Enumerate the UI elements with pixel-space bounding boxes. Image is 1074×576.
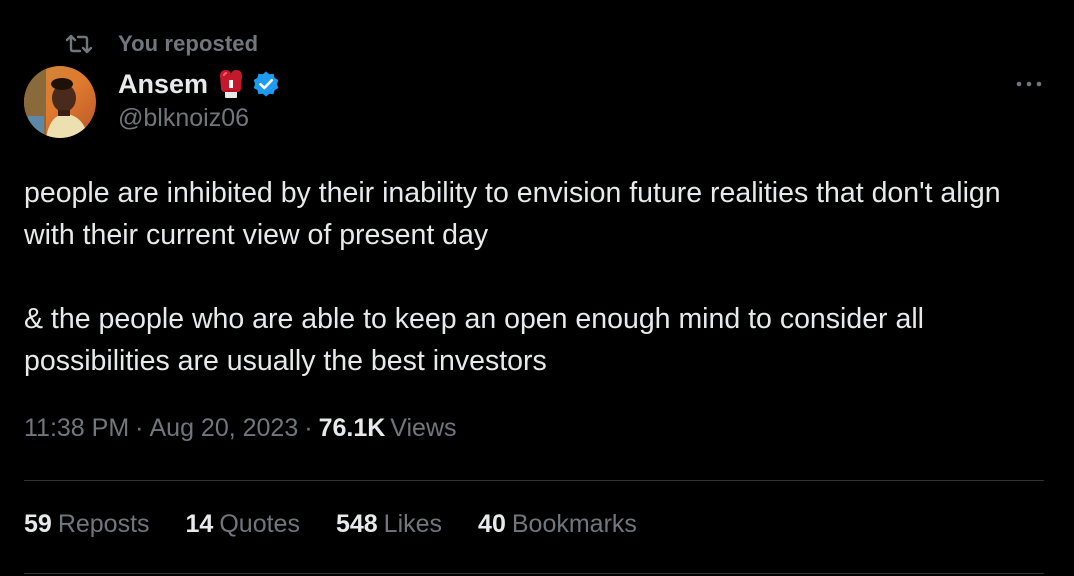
stat-bookmarks[interactable]: 40 Bookmarks [478, 510, 637, 539]
repost-label: You reposted [118, 31, 259, 56]
tweet-date[interactable]: Aug 20, 2023 [149, 414, 298, 443]
boxing-glove-icon [216, 68, 246, 100]
display-name[interactable]: Ansem [118, 69, 208, 100]
stat-label: Bookmarks [511, 510, 637, 538]
stat-label: Quotes [219, 510, 300, 538]
name-row: Ansem [118, 66, 280, 102]
tweet-time[interactable]: 11:38 PM [24, 414, 129, 443]
stat-count: 14 [185, 510, 214, 538]
stat-label: Likes [383, 510, 443, 538]
meta-separator: · [135, 414, 144, 442]
stat-count: 548 [335, 510, 378, 538]
tweet-meta: 11:38 PM · Aug 20, 2023 · 76.1K Views [24, 414, 457, 443]
handle[interactable]: @blknoiz06 [118, 104, 280, 133]
verified-badge-icon[interactable] [252, 70, 280, 98]
tweet-paragraph: people are inhibited by their inability … [24, 177, 1001, 251]
author-block: Ansem @blknoiz06 [118, 66, 280, 133]
stat-label: Reposts [57, 510, 150, 538]
more-options-icon[interactable] [1014, 72, 1044, 96]
repost-context[interactable]: You reposted [66, 30, 258, 58]
tweet-text: people are inhibited by their inability … [24, 172, 1044, 382]
divider [24, 480, 1044, 481]
views-count: 76.1K [318, 414, 386, 442]
meta-separator: · [304, 414, 313, 442]
tweet-paragraph: & the people who are able to keep an ope… [24, 303, 924, 377]
engagement-stats: 59 Reposts 14 Quotes 548 Likes 40 Bookma… [24, 510, 673, 539]
repost-icon [66, 30, 96, 58]
views-label: Views [390, 414, 457, 442]
stat-quotes[interactable]: 14 Quotes [186, 510, 300, 539]
stat-likes[interactable]: 548 Likes [336, 510, 442, 539]
avatar[interactable] [24, 66, 96, 138]
divider [24, 573, 1044, 574]
stat-count: 40 [478, 510, 506, 538]
tweet-detail: You reposted Ansem @blknoiz06 people are… [0, 0, 1074, 576]
stat-count: 59 [24, 510, 52, 538]
stat-reposts[interactable]: 59 Reposts [24, 510, 150, 539]
